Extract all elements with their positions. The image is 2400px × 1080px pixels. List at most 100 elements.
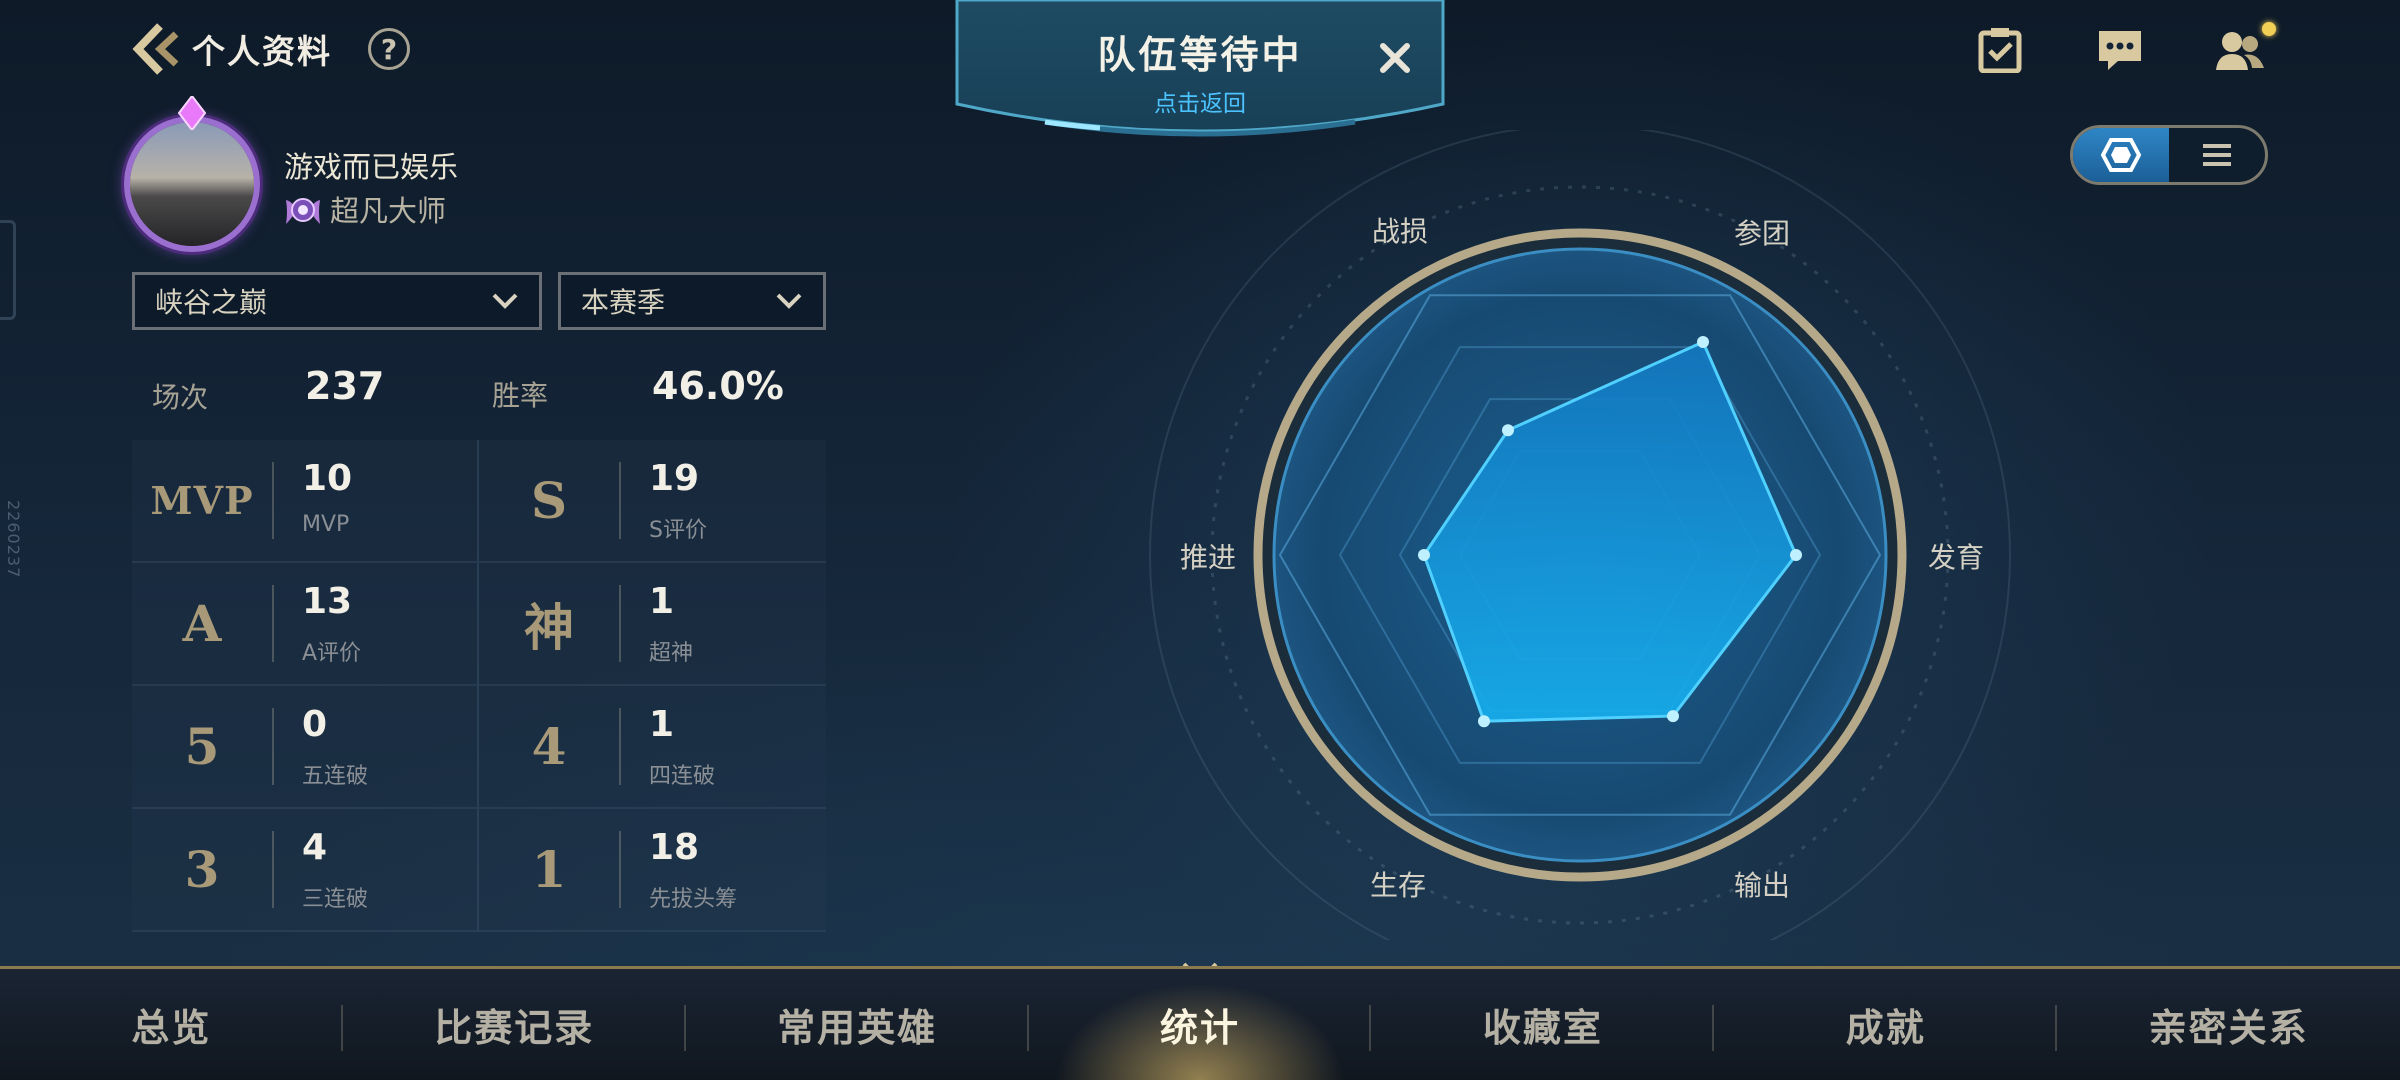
radar-point [1478, 715, 1490, 728]
close-icon [1380, 43, 1410, 73]
list-view-icon [2203, 144, 2231, 166]
queue-return-link[interactable]: 点击返回 [955, 84, 1445, 118]
radar-view-icon [2101, 138, 2141, 172]
stat-mvp: MVP 10 MVP [132, 440, 479, 563]
a-rating-icon: A [182, 594, 222, 653]
back-button[interactable] [128, 22, 184, 76]
axis-label-survival: 生存 [1370, 869, 1427, 902]
axis-label-push: 推进 [1180, 541, 1237, 574]
quadra-kill-icon: 4 [531, 717, 567, 776]
stat-label: A评价 [302, 641, 362, 666]
stats-grid: MVP 10 MVP S 19 S评价 A 13 A评价 神 1 超神 5 0 … [132, 440, 826, 932]
stat-label: 四连破 [649, 764, 716, 789]
list-view-option[interactable] [2169, 128, 2265, 182]
tab-label: 常用英雄 [777, 1006, 938, 1050]
stat-label: MVP [302, 512, 350, 537]
stat-label: 五连破 [302, 764, 369, 789]
divider [272, 708, 274, 785]
divider [619, 831, 621, 908]
stat-value: 13 [302, 581, 353, 622]
notification-dot [2262, 22, 2276, 36]
axis-label-damage: 输出 [1734, 869, 1791, 902]
tab-match-history[interactable]: 比赛记录 [343, 969, 686, 1080]
divider [619, 708, 621, 785]
stat-s-rating: S 19 S评价 [479, 440, 826, 563]
queue-close-button[interactable] [1373, 36, 1417, 80]
radar-svg [1149, 130, 2011, 940]
tab-label: 收藏室 [1482, 1006, 1603, 1050]
stat-label: S评价 [649, 518, 707, 543]
radar-point [1790, 549, 1802, 561]
friends-icon [2216, 32, 2264, 70]
help-button[interactable]: ? [368, 28, 410, 70]
radar-point [1667, 710, 1679, 723]
stat-value: 1 [649, 704, 675, 745]
axis-label-teamfight: 参团 [1734, 217, 1791, 250]
queue-banner[interactable]: 队伍等待中 点击返回 [955, 0, 1445, 140]
stat-label: 超神 [649, 641, 694, 666]
first-blood-icon: 1 [531, 840, 567, 899]
axis-label-farming: 发育 [1928, 541, 1985, 574]
triple-kill-icon: 3 [184, 840, 220, 899]
tab-label: 成就 [1845, 1006, 1926, 1050]
divider [272, 462, 274, 539]
radar-point [1502, 424, 1514, 437]
radar-view-option[interactable] [2073, 128, 2169, 182]
stat-first-blood: 1 18 先拔头筹 [479, 809, 826, 932]
radar-point [1697, 335, 1709, 348]
stat-value: 4 [302, 827, 328, 868]
tab-relationships[interactable]: 亲密关系 [2057, 969, 2400, 1080]
stat-a-rating: A 13 A评价 [132, 563, 479, 686]
tab-statistics[interactable]: 统计 [1028, 969, 1372, 1080]
stat-quadra-kill: 4 1 四连破 [479, 686, 826, 809]
mode-select[interactable]: 峡谷之巅 [132, 272, 542, 330]
task-button[interactable] [1970, 24, 2030, 76]
stat-value: 1 [649, 581, 675, 622]
season-select[interactable]: 本赛季 [558, 272, 826, 330]
mvp-icon: MVP [150, 478, 254, 523]
tab-label: 总览 [131, 1006, 212, 1050]
stat-label: 三连破 [302, 887, 369, 912]
games-label: 场次 [152, 381, 209, 414]
chat-button[interactable] [2090, 24, 2150, 76]
stat-value: 10 [302, 458, 353, 499]
chevron-down-icon [492, 293, 518, 309]
rank-row: 超凡大师 [284, 188, 446, 230]
stat-label: 先拔头筹 [649, 887, 738, 912]
tab-collection[interactable]: 收藏室 [1371, 969, 1715, 1080]
stat-value: 18 [649, 827, 700, 868]
stat-value: 19 [649, 458, 700, 499]
rank-name: 超凡大师 [330, 194, 447, 228]
winrate-label: 胜率 [492, 379, 549, 412]
tab-label: 比赛记录 [434, 1006, 595, 1050]
friends-button[interactable] [2210, 22, 2276, 76]
tab-label: 统计 [1160, 1006, 1241, 1050]
tab-label: 亲密关系 [2148, 1006, 2309, 1050]
stat-value: 0 [302, 704, 328, 745]
season-select-value: 本赛季 [581, 286, 666, 319]
tab-overview[interactable]: 总览 [0, 969, 343, 1080]
side-drawer-tab[interactable] [0, 220, 16, 320]
avatar-image [130, 122, 254, 246]
divider [619, 462, 621, 539]
chat-icon [2099, 31, 2141, 70]
side-id-text: 2260237 [4, 500, 23, 579]
page-title: 个人资料 [192, 32, 332, 71]
task-icon [1978, 28, 2022, 73]
bottom-nav: 总览 比赛记录 常用英雄 统计 收藏室 成就 亲密关系 [0, 966, 2400, 1080]
top-icon-bar [1970, 22, 2276, 76]
tab-achievements[interactable]: 成就 [1714, 969, 2058, 1080]
chevron-down-icon [776, 293, 802, 309]
header: 个人资料 ? [128, 22, 410, 76]
stat-godlike: 神 1 超神 [479, 563, 826, 686]
divider [272, 831, 274, 908]
username: 游戏而已娱乐 [284, 150, 459, 184]
avatar[interactable] [120, 96, 264, 256]
divider [272, 585, 274, 662]
radar-point [1418, 549, 1430, 561]
view-toggle[interactable] [2070, 125, 2268, 185]
tab-heroes[interactable]: 常用英雄 [686, 969, 1029, 1080]
stat-penta-kill: 5 0 五连破 [132, 686, 479, 809]
mode-select-value: 峡谷之巅 [155, 286, 268, 319]
s-rating-icon: S [530, 471, 568, 530]
